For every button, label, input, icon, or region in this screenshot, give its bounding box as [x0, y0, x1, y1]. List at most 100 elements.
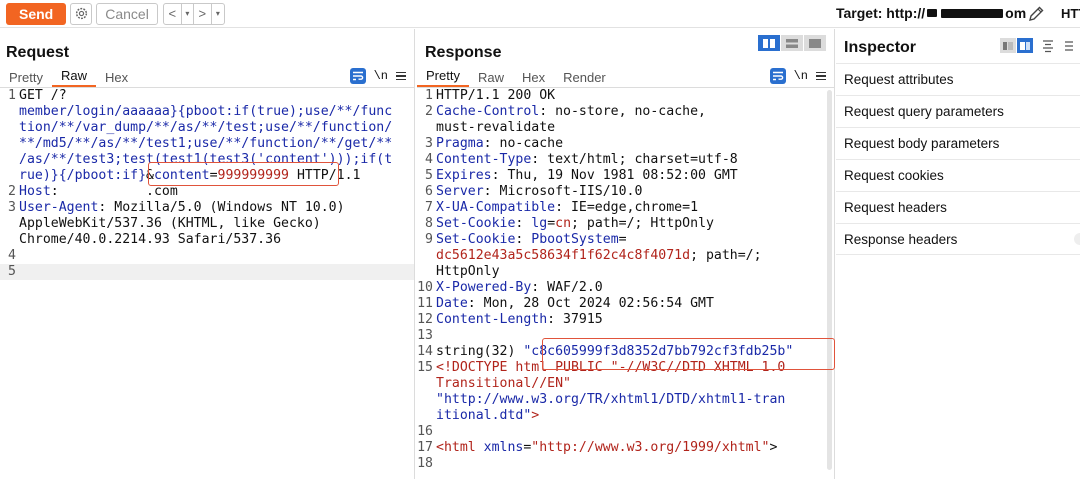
- inspector-response-headers-label: Response headers: [844, 231, 958, 247]
- code-text: **/md5/**/as/**/test1;use/**/function/**…: [19, 136, 392, 152]
- code-token: Expires: [436, 168, 492, 183]
- request-tab-hex[interactable]: Hex: [96, 70, 137, 87]
- code-token: GET /?: [19, 88, 67, 103]
- layout-side-by-side[interactable]: [758, 35, 780, 51]
- code-token: Host: [19, 184, 51, 199]
- response-menu-icon[interactable]: [816, 71, 826, 81]
- line-number: [417, 120, 436, 136]
- back-button[interactable]: <: [164, 3, 182, 24]
- response-code-line: 11 Date: Mon, 28 Oct 2024 02:56:54 GMT: [417, 296, 834, 312]
- layout-toggle[interactable]: [758, 35, 826, 51]
- redaction-mark: [927, 9, 938, 17]
- code-token: =: [618, 232, 627, 247]
- code-text: tion/**/var_dump/**/as/**/test;use/**/fu…: [19, 120, 392, 136]
- line-number: 4: [8, 248, 16, 263]
- collapse-icon[interactable]: [1063, 39, 1073, 53]
- line-number: 10: [417, 280, 433, 295]
- response-tab-pretty[interactable]: Pretty: [417, 68, 469, 87]
- inspector-layout-left[interactable]: [1000, 38, 1016, 53]
- line-number: 11: [417, 296, 433, 311]
- response-tab-render[interactable]: Render: [554, 70, 615, 87]
- inspector-pane: Inspector Request attributes Request que…: [836, 29, 1080, 479]
- response-editor[interactable]: 1 HTTP/1.1 200 OK 2 Cache-Control: no-store…: [417, 88, 834, 479]
- code-token: "http://www.w3.org/1999/xhtml": [531, 440, 770, 455]
- code-token: : no-store, no-cache,: [539, 104, 706, 119]
- code-token: Pragma: [436, 136, 484, 151]
- back-history-dropdown[interactable]: ▾: [182, 3, 194, 24]
- redaction-mark: [941, 8, 1004, 18]
- line-number: 4: [425, 152, 433, 167]
- request-code-line: 5: [0, 264, 414, 280]
- response-newline-toggle[interactable]: \n: [794, 69, 808, 83]
- edit-target-button[interactable]: [1026, 4, 1046, 27]
- code-text: Set-Cookie: lg=cn; path=/; HttpOnly: [436, 216, 714, 232]
- code-text: Date: Mon, 28 Oct 2024 02:56:54 GMT: [436, 296, 714, 312]
- settings-button[interactable]: [70, 2, 93, 25]
- response-code-line: 1 HTTP/1.1 200 OK: [417, 88, 834, 104]
- request-wrap-toggle[interactable]: [349, 68, 366, 84]
- md5-output-highlight: [542, 338, 835, 370]
- response-code-line: 17 <html xmlns="http://www.w3.org/1999/xh…: [417, 440, 834, 456]
- layout-single[interactable]: [804, 35, 826, 51]
- inspector-layout-toggle[interactable]: [1000, 38, 1033, 53]
- code-token: string(32): [436, 344, 524, 359]
- line-number: [417, 376, 436, 392]
- inspector-request-attributes[interactable]: Request attributes: [836, 63, 1080, 95]
- http-protocol-label: HTT: [1061, 6, 1080, 21]
- code-token: dc5612e43a5c58634f1f62c4c8f4071d: [436, 248, 691, 263]
- line-number: 2: [425, 104, 433, 119]
- response-tab-raw[interactable]: Raw: [469, 70, 513, 87]
- code-token: Transitional//EN": [436, 376, 571, 391]
- request-tab-pretty[interactable]: Pretty: [0, 70, 52, 87]
- forward-button[interactable]: >: [194, 3, 212, 24]
- code-token: : text/html; charset=utf-8: [531, 152, 738, 167]
- cancel-button[interactable]: Cancel: [96, 2, 158, 25]
- send-button[interactable]: Send: [6, 2, 67, 25]
- code-token: **/md5/**/as/**/test1;use/**/function/**…: [19, 136, 393, 151]
- inspector-toggle-knob[interactable]: [1074, 233, 1080, 245]
- response-tab-hex[interactable]: Hex: [513, 70, 554, 87]
- inspector-request-headers[interactable]: Request headers: [836, 191, 1080, 223]
- code-token: tion/**/var_dump/**/as/**/test;use/**/fu…: [19, 120, 393, 135]
- request-code-line: tion/**/var_dump/**/as/**/test;use/**/fu…: [0, 120, 414, 136]
- forward-history-dropdown[interactable]: ▾: [212, 4, 224, 24]
- request-tab-raw[interactable]: Raw: [51, 68, 96, 87]
- align-center-icon[interactable]: [1041, 39, 1055, 53]
- code-text: Host: .com: [19, 184, 178, 200]
- inspector-request-body-parameters[interactable]: Request body parameters: [836, 127, 1080, 159]
- line-number: 14: [417, 344, 433, 359]
- inspector-layout-right[interactable]: [1017, 38, 1033, 53]
- code-token: >: [531, 408, 540, 423]
- code-text: Set-Cookie: PbootSystem=: [436, 232, 627, 248]
- inspector-request-query-parameters[interactable]: Request query parameters: [836, 95, 1080, 127]
- inspector-request-cookies[interactable]: Request cookies: [836, 159, 1080, 191]
- response-code-line: 7 X-UA-Compatible: IE=edge,chrome=1: [417, 200, 834, 216]
- target-host[interactable]: Target: http:// om: [836, 5, 1026, 21]
- response-wrap-toggle[interactable]: [769, 68, 786, 84]
- layout-stacked[interactable]: [781, 35, 803, 51]
- response-pane: Response Pretty Raw Hex Render \n 1 HTTP/…: [417, 29, 835, 479]
- code-token: Cache-Control: [436, 104, 540, 119]
- response-scrollbar[interactable]: [825, 88, 834, 479]
- line-number: 3: [8, 200, 16, 215]
- code-token: Set-Cookie: [436, 232, 516, 247]
- code-text: must-revalidate: [436, 120, 555, 136]
- line-number: [417, 248, 436, 264]
- code-text: HTTP/1.1 200 OK: [436, 88, 555, 104]
- request-title: Request: [6, 44, 70, 61]
- code-token: Content-Length: [436, 312, 548, 327]
- line-number: 1: [8, 88, 16, 103]
- code-text: dc5612e43a5c58634f1f62c4c8f4071d; path=/…: [436, 248, 762, 264]
- code-text: Transitional//EN": [436, 376, 571, 392]
- response-code-line: "http://www.w3.org/TR/xhtml1/DTD/xhtml1-…: [417, 392, 834, 408]
- inspector-response-headers[interactable]: Response headers: [836, 223, 1080, 255]
- line-number: [417, 392, 436, 408]
- request-menu-icon[interactable]: [396, 71, 406, 81]
- line-number: 15: [417, 360, 433, 375]
- code-text: itional.dtd">: [436, 408, 539, 424]
- request-editor[interactable]: 1 GET /? member/login/aaaaaa}{pboot:if(tru…: [0, 88, 414, 479]
- line-number: 2: [8, 184, 16, 199]
- response-code-line: 4 Content-Type: text/html; charset=utf-8: [417, 152, 834, 168]
- request-newline-toggle[interactable]: \n: [374, 69, 388, 83]
- code-token: Content-Type: [436, 152, 532, 167]
